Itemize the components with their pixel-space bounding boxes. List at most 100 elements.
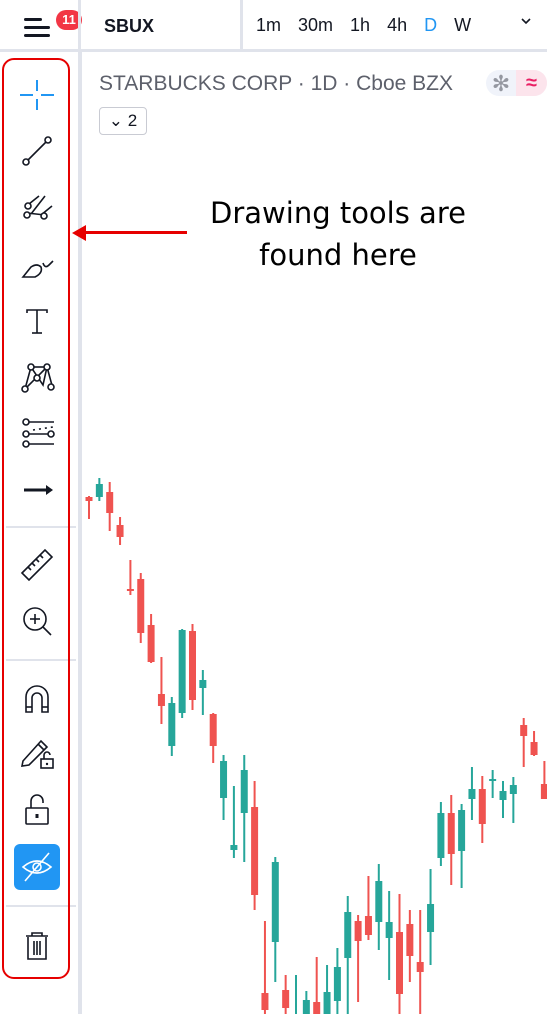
candle xyxy=(509,777,517,823)
interval-d[interactable]: D xyxy=(424,15,437,36)
brush-tool[interactable] xyxy=(14,242,60,288)
candle-body xyxy=(251,807,259,895)
text-icon xyxy=(26,309,48,334)
interval-w[interactable]: W xyxy=(454,15,471,36)
interval-1m[interactable]: 1m xyxy=(256,15,281,36)
asterisk-icon: ✻ xyxy=(491,71,511,96)
toolbar-separator xyxy=(6,526,76,528)
candle-body xyxy=(530,742,538,755)
candle xyxy=(333,948,341,1014)
lock-drawings-tool[interactable] xyxy=(14,728,60,774)
candle xyxy=(220,755,228,820)
candle-body xyxy=(416,962,424,972)
pitchfork-tool[interactable] xyxy=(14,185,60,231)
candle-body xyxy=(147,625,155,662)
candle xyxy=(354,915,362,1002)
zoom-in-tool[interactable] xyxy=(14,598,60,644)
candle-body xyxy=(199,680,207,688)
candle xyxy=(406,910,414,982)
data-status-pill[interactable]: ✻ ≈ xyxy=(486,70,547,96)
candle xyxy=(489,770,497,798)
candle xyxy=(468,767,476,820)
lock-all-tool[interactable] xyxy=(14,786,60,832)
top-toolbar: 11 SBUX 1m 30m 1h 4h D W xyxy=(0,0,547,52)
candle-body xyxy=(385,922,393,938)
main-menu-button[interactable]: 11 xyxy=(10,8,82,46)
annotation-arrow-head xyxy=(72,225,86,241)
approx-icon: ≈ xyxy=(516,70,547,96)
candle-body xyxy=(240,770,248,813)
candle-body xyxy=(313,1002,321,1014)
candle xyxy=(178,629,186,718)
candle xyxy=(95,478,103,501)
candle-body xyxy=(468,789,476,799)
annotation-text: Drawing tools are found here xyxy=(188,192,488,276)
candle-body xyxy=(478,789,486,824)
candle-body xyxy=(106,492,114,513)
candle xyxy=(106,482,114,531)
text-tool[interactable] xyxy=(14,298,60,344)
crosshair-icon xyxy=(20,80,54,110)
candle xyxy=(116,517,124,545)
menu-icon-bar xyxy=(24,26,50,29)
candle xyxy=(295,975,297,1014)
zoom-in-icon xyxy=(23,607,52,636)
interval-selector: 1m 30m 1h 4h D W xyxy=(256,15,488,36)
remove-drawings-tool[interactable] xyxy=(14,922,60,968)
candle-body xyxy=(344,912,352,958)
candle-body xyxy=(157,694,165,706)
pattern-tool[interactable] xyxy=(14,354,60,400)
hide-drawings-tool[interactable] xyxy=(14,844,60,890)
candle xyxy=(261,921,269,1014)
trend-line-tool[interactable] xyxy=(14,128,60,174)
symbol-search-button[interactable]: SBUX xyxy=(104,16,154,37)
candle xyxy=(416,910,424,1014)
candle-body xyxy=(189,631,196,700)
eye-crossed-icon xyxy=(21,852,53,882)
interval-4h[interactable]: 4h xyxy=(387,15,407,36)
candle-body xyxy=(354,921,362,941)
candle-body xyxy=(126,589,134,591)
annotation-arrow-line xyxy=(84,231,187,234)
candle-body xyxy=(396,932,403,994)
menu-icon-bar xyxy=(24,34,50,37)
trash-icon xyxy=(26,932,48,960)
candle-body xyxy=(261,993,269,1010)
candle xyxy=(385,891,393,980)
candle-body xyxy=(178,630,186,713)
prediction-tool[interactable] xyxy=(14,410,60,456)
candle-body xyxy=(333,967,341,1001)
candle-body xyxy=(302,1000,310,1014)
candle xyxy=(271,857,279,982)
divider xyxy=(240,0,243,52)
candle xyxy=(540,761,547,799)
candle xyxy=(302,991,310,1014)
toolbar-separator xyxy=(6,659,76,661)
magnet-tool[interactable] xyxy=(14,676,60,722)
unlock-icon xyxy=(25,794,49,825)
candle-body xyxy=(447,813,455,854)
arrow-tool[interactable] xyxy=(14,466,60,512)
candle-body xyxy=(520,725,528,736)
candle-body xyxy=(85,497,93,501)
candle-body xyxy=(427,904,435,932)
indicators-collapse-button[interactable]: ⌄ 2 xyxy=(99,107,147,135)
candle-body xyxy=(209,714,217,746)
candle xyxy=(251,781,259,910)
ruler-tool[interactable] xyxy=(14,542,60,588)
prediction-icon xyxy=(22,418,55,448)
candle xyxy=(209,713,217,763)
candle xyxy=(157,657,165,724)
interval-30m[interactable]: 30m xyxy=(298,15,333,36)
candle-body xyxy=(116,525,124,537)
candle-body xyxy=(95,484,103,497)
crosshair-tool[interactable] xyxy=(14,72,60,118)
interval-1h[interactable]: 1h xyxy=(350,15,370,36)
magnet-icon xyxy=(25,685,49,713)
candle xyxy=(85,496,93,519)
chevron-down-icon[interactable] xyxy=(519,14,533,33)
divider xyxy=(78,0,81,52)
annotation-line-1: Drawing tools are xyxy=(210,196,466,230)
ruler-icon xyxy=(20,548,54,582)
candle xyxy=(427,869,435,965)
